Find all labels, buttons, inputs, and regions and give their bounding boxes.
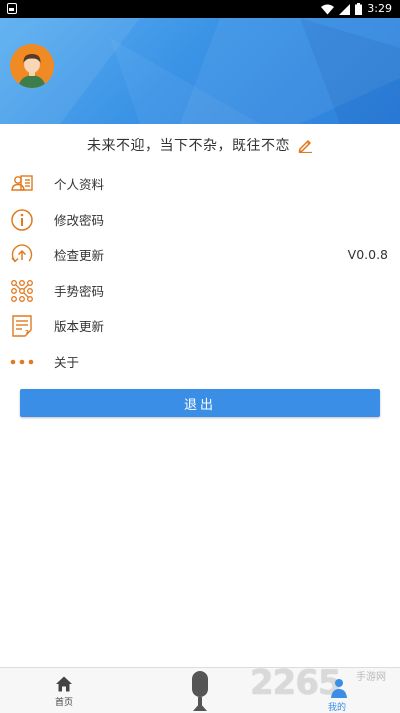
notification-icon xyxy=(7,3,17,14)
header-background-pattern xyxy=(0,18,400,124)
nav-home[interactable]: 首页 xyxy=(40,668,88,713)
menu-item-gesture-password[interactable]: 手势密码 xyxy=(0,273,400,309)
menu-item-label: 检查更新 xyxy=(54,248,105,264)
battery-icon xyxy=(355,3,363,15)
menu-item-label: 修改密码 xyxy=(54,212,105,228)
menu-item-profile[interactable]: 个人资料 xyxy=(0,166,400,202)
profile-motto: 未来不迎，当下不杂，既往不恋 xyxy=(0,124,400,166)
menu-item-label: 手势密码 xyxy=(54,283,105,299)
microphone-icon xyxy=(192,671,208,711)
menu-item-check-update[interactable]: 检查更新 V0.0.8 xyxy=(0,237,400,273)
profile-header xyxy=(0,18,400,124)
update-circle-icon xyxy=(11,244,33,263)
nav-voice[interactable] xyxy=(186,668,214,713)
menu-item-label: 关于 xyxy=(54,354,80,370)
menu-item-label: 个人资料 xyxy=(54,177,105,193)
status-icons: 3:29 xyxy=(321,2,392,16)
svg-text:?: ? xyxy=(25,329,29,337)
document-icon: ? xyxy=(12,315,32,337)
menu-item-version-update[interactable]: ? 版本更新 xyxy=(0,308,400,344)
logout-button[interactable]: 退出 xyxy=(20,389,380,417)
watermark-subtext: 手游网 xyxy=(356,672,386,683)
settings-menu: 个人资料 修改密码 检查更新 V0.0.8 手势密码 ? 版本更新 关于 xyxy=(0,166,400,379)
menu-item-change-password[interactable]: 修改密码 xyxy=(0,202,400,238)
site-watermark: 2265 手游网 xyxy=(250,663,398,709)
menu-item-label: 版本更新 xyxy=(54,319,105,335)
profile-card-icon xyxy=(11,175,33,191)
watermark-person-icon xyxy=(331,679,347,698)
more-dots-icon xyxy=(10,359,34,364)
nav-home-label: 首页 xyxy=(54,698,73,708)
motto-text: 未来不迎，当下不杂，既往不恋 xyxy=(87,138,290,154)
user-avatar-icon xyxy=(10,44,54,88)
signal-icon xyxy=(339,3,351,15)
gesture-grid-icon xyxy=(11,279,33,302)
status-time: 3:29 xyxy=(367,2,392,15)
wifi-icon xyxy=(321,4,335,14)
status-bar: 3:29 xyxy=(0,0,400,18)
version-value: V0.0.8 xyxy=(347,247,388,263)
home-icon xyxy=(56,676,72,692)
info-circle-icon xyxy=(11,208,33,231)
avatar[interactable] xyxy=(10,44,54,88)
menu-item-about[interactable]: 关于 xyxy=(0,344,400,380)
edit-pencil-icon[interactable] xyxy=(298,138,313,153)
